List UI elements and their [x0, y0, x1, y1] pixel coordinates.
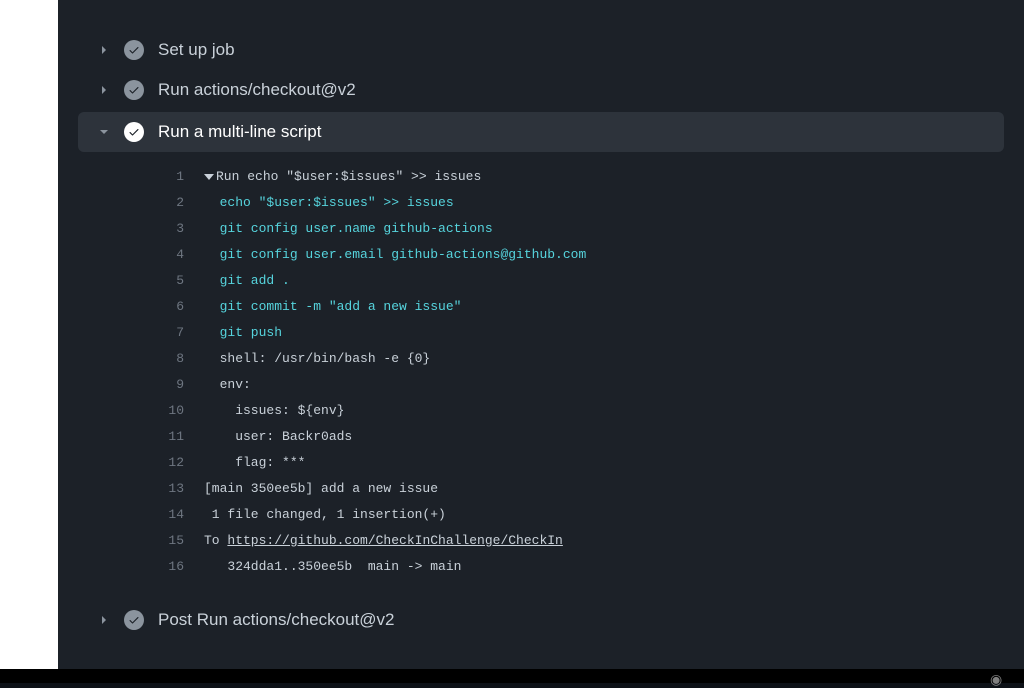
line-number: 1: [148, 164, 184, 190]
check-icon: [124, 80, 144, 100]
line-number: 5: [148, 268, 184, 294]
log-text: 1 file changed, 1 insertion(+): [204, 502, 446, 528]
log-text: flag: ***: [204, 450, 305, 476]
line-number: 7: [148, 320, 184, 346]
log-line: 13 [main 350ee5b] add a new issue: [148, 476, 1004, 502]
log-line: 7 git push: [148, 320, 1004, 346]
log-text: shell: /usr/bin/bash -e {0}: [204, 346, 430, 372]
os-taskbar: ◉: [0, 669, 1024, 683]
log-text: [main 350ee5b] add a new issue: [204, 476, 438, 502]
log-line: 5 git add .: [148, 268, 1004, 294]
line-number: 10: [148, 398, 184, 424]
log-line: 3 git config user.name github-actions: [148, 216, 1004, 242]
log-line: 8 shell: /usr/bin/bash -e {0}: [148, 346, 1004, 372]
log-line: 9 env:: [148, 372, 1004, 398]
workflow-log-panel: Set up job Run actions/checkout@v2 Run a…: [58, 0, 1024, 683]
chevron-right-icon: [96, 42, 112, 58]
log-text: issues: ${env}: [204, 398, 344, 424]
log-text: git push: [204, 320, 282, 346]
log-output: 1 Run echo "$user:$issues" >> issues 2 e…: [58, 154, 1024, 600]
log-text: Run echo "$user:$issues" >> issues: [204, 164, 481, 190]
step-label: Run a multi-line script: [158, 122, 321, 142]
step-multiline-script[interactable]: Run a multi-line script: [78, 112, 1004, 152]
log-line: 16 324dda1..350ee5b main -> main: [148, 554, 1004, 580]
log-text: 324dda1..350ee5b main -> main: [204, 554, 461, 580]
log-line: 11 user: Backr0ads: [148, 424, 1004, 450]
chevron-right-icon: [96, 82, 112, 98]
line-number: 12: [148, 450, 184, 476]
caret-down-icon: [204, 174, 214, 180]
line-number: 16: [148, 554, 184, 580]
repo-url-link[interactable]: https://github.com/CheckInChallenge/Chec…: [227, 533, 562, 548]
line-number: 6: [148, 294, 184, 320]
log-text: git commit -m "add a new issue": [204, 294, 461, 320]
step-label: Run actions/checkout@v2: [158, 80, 356, 100]
log-line[interactable]: 1 Run echo "$user:$issues" >> issues: [148, 164, 1004, 190]
line-number: 11: [148, 424, 184, 450]
taskbar-tray: ◉: [990, 671, 1004, 681]
step-label: Post Run actions/checkout@v2: [158, 610, 395, 630]
line-number: 9: [148, 372, 184, 398]
log-line: 2 echo "$user:$issues" >> issues: [148, 190, 1004, 216]
line-number: 4: [148, 242, 184, 268]
log-line: 15 To https://github.com/CheckInChalleng…: [148, 528, 1004, 554]
log-text: git add .: [204, 268, 290, 294]
log-text: echo "$user:$issues" >> issues: [204, 190, 454, 216]
chevron-right-icon: [96, 612, 112, 628]
step-setup-job[interactable]: Set up job: [58, 30, 1024, 70]
line-number: 8: [148, 346, 184, 372]
log-line: 14 1 file changed, 1 insertion(+): [148, 502, 1004, 528]
line-number: 2: [148, 190, 184, 216]
left-sidebar: [0, 0, 58, 683]
log-line: 12 flag: ***: [148, 450, 1004, 476]
step-post-checkout[interactable]: Post Run actions/checkout@v2: [58, 600, 1024, 640]
check-icon: [124, 122, 144, 142]
line-number: 13: [148, 476, 184, 502]
log-text: git config user.name github-actions: [204, 216, 493, 242]
line-number: 14: [148, 502, 184, 528]
log-text: env:: [204, 372, 251, 398]
chevron-down-icon: [96, 124, 112, 140]
step-checkout[interactable]: Run actions/checkout@v2: [58, 70, 1024, 110]
line-number: 3: [148, 216, 184, 242]
check-icon: [124, 610, 144, 630]
log-text: user: Backr0ads: [204, 424, 352, 450]
step-label: Set up job: [158, 40, 235, 60]
log-text: git config user.email github-actions@git…: [204, 242, 586, 268]
tray-icon[interactable]: ◉: [990, 671, 1004, 681]
log-line: 6 git commit -m "add a new issue": [148, 294, 1004, 320]
line-number: 15: [148, 528, 184, 554]
log-text: To https://github.com/CheckInChallenge/C…: [204, 528, 563, 554]
log-line: 4 git config user.email github-actions@g…: [148, 242, 1004, 268]
check-icon: [124, 40, 144, 60]
log-line: 10 issues: ${env}: [148, 398, 1004, 424]
